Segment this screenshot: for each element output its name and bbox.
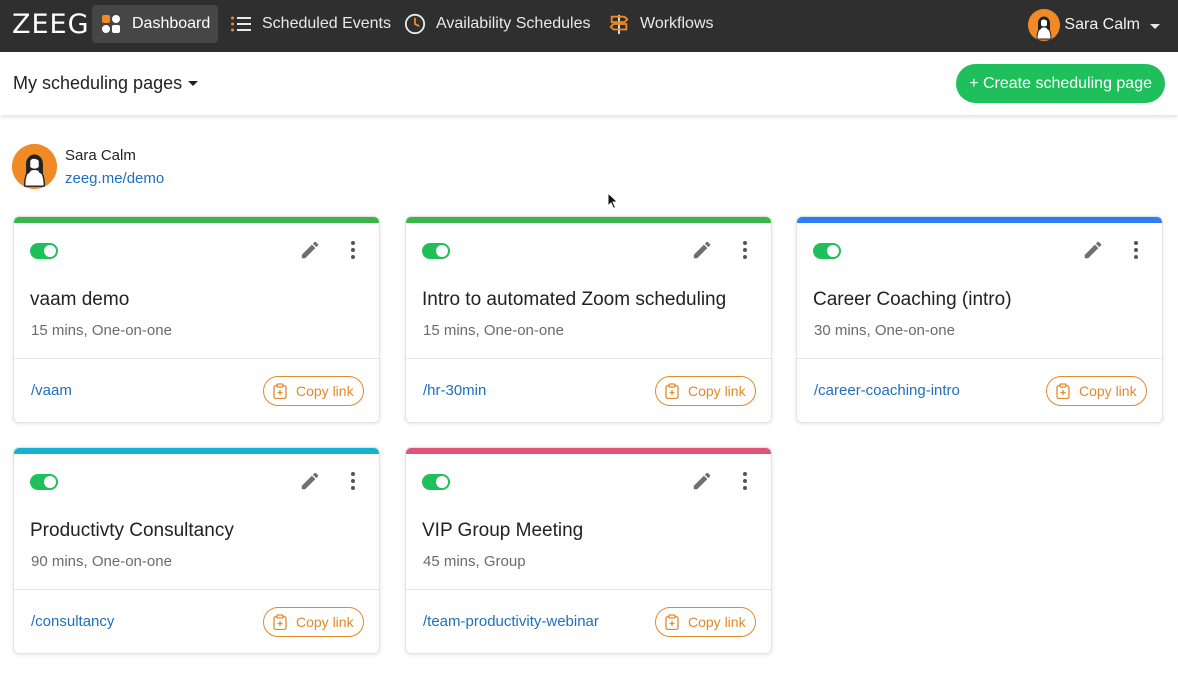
nav-item-dashboard[interactable]: Dashboard — [92, 5, 219, 43]
card-meta: 15 mins, One-on-one — [31, 322, 172, 339]
copy-link-label: Copy link — [688, 614, 746, 630]
zeeg-logo[interactable]: ZEEG — [12, 10, 90, 40]
divider — [797, 358, 1162, 359]
divider — [14, 589, 379, 590]
clock-icon — [404, 13, 426, 35]
clipboard-icon — [1056, 383, 1070, 399]
card-title: Career Coaching (intro) — [813, 289, 1012, 310]
avatar — [12, 144, 57, 189]
card-accent-bar — [14, 448, 379, 454]
card-title: Intro to automated Zoom scheduling — [422, 289, 727, 310]
enable-toggle[interactable] — [30, 243, 58, 259]
card-accent-bar — [406, 448, 771, 454]
nav-label: Dashboard — [132, 15, 211, 32]
copy-link-label: Copy link — [1079, 383, 1137, 399]
scheduling-page-card: Intro to automated Zoom scheduling 15 mi… — [405, 216, 772, 423]
scheduling-page-card: Productivty Consultancy 90 mins, One-on-… — [13, 447, 380, 654]
nav-item-availability-schedules[interactable]: Availability Schedules — [396, 5, 598, 43]
enable-toggle[interactable] — [813, 243, 841, 259]
enable-toggle[interactable] — [422, 243, 450, 259]
card-link[interactable]: /team-productivity-webinar — [423, 613, 599, 630]
copy-link-button[interactable]: Copy link — [263, 376, 364, 406]
profile-name: Sara Calm — [65, 147, 136, 164]
clipboard-icon — [273, 614, 287, 630]
pencil-icon[interactable] — [299, 239, 321, 261]
scheduling-page-card: VIP Group Meeting 45 mins, Group /team-p… — [405, 447, 772, 654]
card-link[interactable]: /consultancy — [31, 613, 114, 630]
copy-link-button[interactable]: Copy link — [263, 607, 364, 637]
clipboard-icon — [273, 383, 287, 399]
card-accent-bar — [406, 217, 771, 223]
mouse-cursor-icon — [607, 192, 619, 210]
card-meta: 90 mins, One-on-one — [31, 553, 172, 570]
more-vertical-icon[interactable] — [1129, 239, 1143, 261]
more-vertical-icon[interactable] — [346, 239, 360, 261]
nav-item-scheduled-events[interactable]: Scheduled Events — [222, 5, 399, 43]
card-title: VIP Group Meeting — [422, 520, 584, 541]
card-accent-bar — [14, 217, 379, 223]
nav-label: Workflows — [640, 15, 714, 32]
nav-label: Scheduled Events — [262, 15, 391, 32]
caret-down-icon — [188, 81, 199, 86]
card-meta: 30 mins, One-on-one — [814, 322, 955, 339]
pencil-icon[interactable] — [691, 239, 713, 261]
profile-link[interactable]: zeeg.me/demo — [65, 170, 164, 187]
divider — [406, 358, 771, 359]
clipboard-icon — [665, 383, 679, 399]
card-meta: 15 mins, One-on-one — [423, 322, 564, 339]
card-link[interactable]: /vaam — [31, 382, 72, 399]
enable-toggle[interactable] — [30, 474, 58, 490]
page-subheader: My scheduling pages + Create scheduling … — [0, 52, 1178, 115]
user-name: Sara Calm — [1064, 16, 1140, 33]
grid-icon — [100, 13, 122, 35]
enable-toggle[interactable] — [422, 474, 450, 490]
scheduling-page-card: vaam demo 15 mins, One-on-one /vaam Copy… — [13, 216, 380, 423]
dropdown-label: My scheduling pages — [13, 73, 183, 93]
card-title: vaam demo — [30, 289, 130, 310]
pencil-icon[interactable] — [691, 470, 713, 492]
copy-link-label: Copy link — [296, 383, 354, 399]
card-accent-bar — [797, 217, 1162, 223]
chevron-down-icon — [1150, 24, 1160, 29]
copy-link-label: Copy link — [688, 383, 746, 399]
user-menu[interactable]: Sara Calm — [1028, 8, 1160, 42]
card-link[interactable]: /career-coaching-intro — [814, 382, 960, 399]
divider — [14, 358, 379, 359]
more-vertical-icon[interactable] — [346, 470, 360, 492]
copy-link-button[interactable]: Copy link — [655, 376, 756, 406]
scheduling-pages-dropdown[interactable]: My scheduling pages — [13, 73, 199, 94]
list-icon — [230, 13, 252, 35]
more-vertical-icon[interactable] — [738, 470, 752, 492]
pencil-icon[interactable] — [1082, 239, 1104, 261]
more-vertical-icon[interactable] — [738, 239, 752, 261]
copy-link-button[interactable]: Copy link — [655, 607, 756, 637]
card-meta: 45 mins, Group — [423, 553, 526, 570]
avatar — [1028, 9, 1061, 41]
clipboard-icon — [665, 614, 679, 630]
divider — [406, 589, 771, 590]
nav-label: Availability Schedules — [436, 15, 591, 32]
nav-item-workflows[interactable]: Workflows — [600, 5, 722, 43]
signpost-icon — [608, 13, 630, 35]
profile-header: Sara Calm zeeg.me/demo — [12, 144, 164, 189]
copy-link-label: Copy link — [296, 614, 354, 630]
card-link[interactable]: /hr-30min — [423, 382, 486, 399]
top-nav: ZEEG Dashboard Scheduled Events Availabi… — [0, 0, 1178, 52]
create-scheduling-page-button[interactable]: + Create scheduling page — [956, 64, 1165, 103]
card-title: Productivty Consultancy — [30, 520, 234, 541]
scheduling-page-card: Career Coaching (intro) 30 mins, One-on-… — [796, 216, 1163, 423]
copy-link-button[interactable]: Copy link — [1046, 376, 1147, 406]
pencil-icon[interactable] — [299, 470, 321, 492]
